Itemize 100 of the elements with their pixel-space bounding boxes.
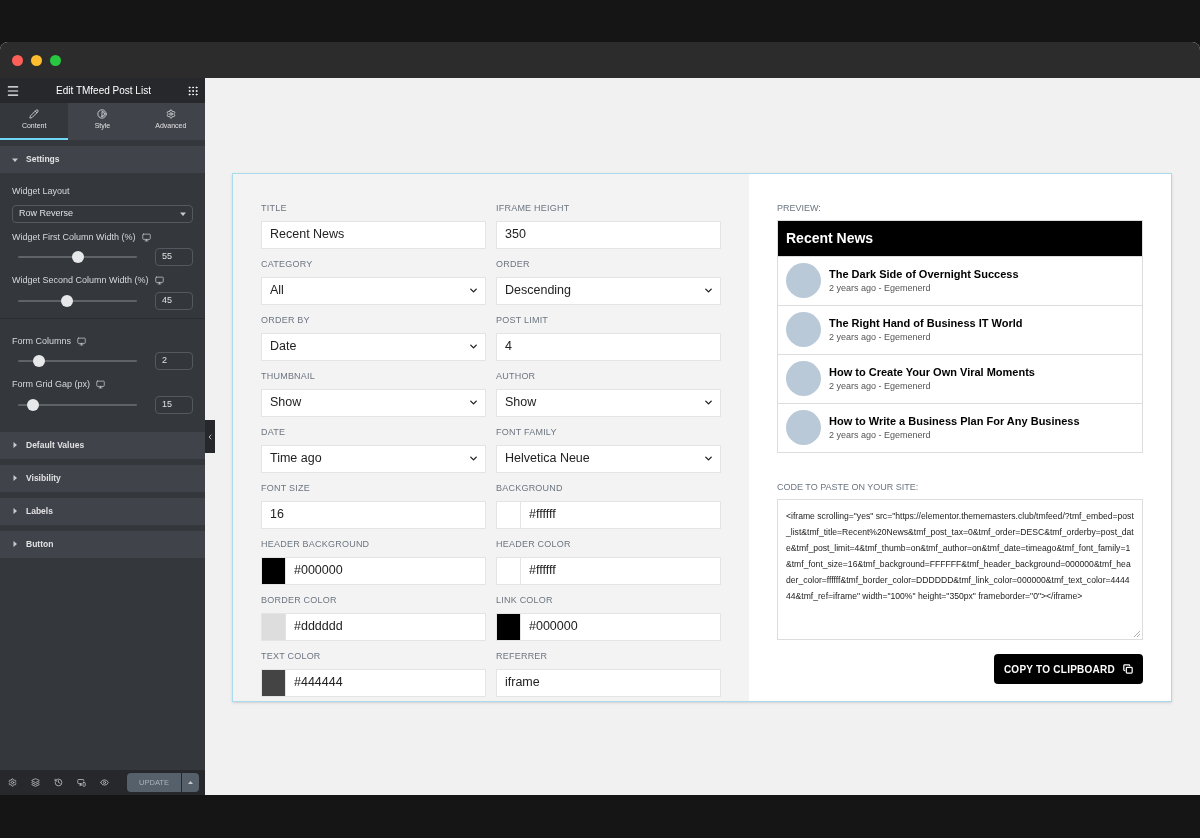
post-title-link[interactable]: How to Create Your Own Viral Moments: [829, 363, 1035, 380]
photo-placeholder: [786, 312, 821, 347]
preview-icon[interactable]: [100, 778, 109, 787]
input-field[interactable]: Recent News: [261, 220, 486, 249]
color-field[interactable]: #000000: [496, 612, 721, 641]
field-label: DATE: [261, 426, 287, 439]
layers-icon[interactable]: [31, 778, 40, 787]
copy-button[interactable]: COPY TO CLIPBOARD: [993, 654, 1143, 684]
minimize-window-button[interactable]: [31, 54, 42, 66]
post-title-link[interactable]: How to Write a Business Plan For Any Business: [829, 412, 1080, 429]
chevron-left-icon: [206, 432, 214, 441]
copy-icon: [1123, 664, 1133, 674]
photo-placeholder: [786, 410, 821, 445]
field-label: THUMBNAIL: [261, 370, 317, 383]
post-meta: 2 years ago - Egemenerd: [829, 429, 932, 442]
panel-header: Edit TMfeed Post List: [0, 78, 205, 103]
field-label: TEXT COLOR: [261, 650, 322, 663]
code-label: CODE TO PASTE ON YOUR SITE:: [777, 480, 920, 494]
field-label: FONT FAMILY: [496, 426, 558, 439]
section-header[interactable]: Labels: [0, 497, 205, 525]
post-title-link[interactable]: The Right Hand of Business IT World: [829, 314, 1023, 331]
color-swatch[interactable]: [497, 613, 521, 640]
post-meta: 2 years ago - Egemenerd: [829, 282, 932, 295]
input-field[interactable]: 350: [496, 220, 721, 249]
slider-thumb[interactable]: [27, 398, 40, 411]
color-field[interactable]: #444444: [261, 668, 486, 697]
history-icon[interactable]: [54, 778, 63, 787]
layout-select[interactable]: Row Reverse: [12, 204, 193, 223]
number-field[interactable]: 15: [155, 395, 193, 414]
field-label: BORDER COLOR: [261, 594, 338, 607]
desktop-icon: [141, 232, 151, 242]
section-header[interactable]: Button: [0, 530, 205, 558]
field-label: FONT SIZE: [261, 482, 311, 495]
chevron-down-icon: [468, 341, 479, 352]
select-field[interactable]: All: [261, 276, 486, 305]
field-label: CATEGORY: [261, 258, 314, 271]
contrast-icon: [97, 109, 108, 120]
gear-icon: [165, 109, 176, 120]
input-field[interactable]: 16: [261, 500, 486, 529]
code-textarea[interactable]: <iframe scrolling="yes" src="https://elementor.thememasters.club/tmfeed/?tmf_embed=post_list&tmf_title=Recent%20News&tmf_post_tax=0&tmf_order=DESC&tmf_orderby=post_date&tmf_post_limit=4&tmf_thumb=on&tmf_author=on&tmf_date=timeago&tmf_font_family=1&tmf_font_size=16&tmf_background=FFFFFF&tmf_header_background=000000&tmf_header_color=ffffff&tmf_border_color=DDDDDD&tmf_link_color=000000&tmf_text_color=444444&tmf_ref=iframe" width="100%" height="350px" frameborder="0"></iframe>: [777, 499, 1143, 640]
post-title-link[interactable]: The Dark Side of Overnight Success: [829, 265, 1019, 282]
section-header[interactable]: Visibility: [0, 464, 205, 492]
number-field[interactable]: 2: [155, 352, 193, 370]
color-swatch[interactable]: [262, 557, 286, 584]
number-field[interactable]: 55: [155, 248, 193, 266]
color-field[interactable]: #000000: [261, 556, 486, 585]
field-label: REFERRER: [496, 650, 549, 663]
chevron-down-icon: [703, 453, 714, 464]
field-label: ORDER BY: [261, 314, 311, 327]
control-label: Widget Second Column Width (%): [12, 274, 149, 287]
slider-thumb[interactable]: [71, 251, 84, 263]
color-swatch[interactable]: [262, 669, 286, 696]
desktop-icon: [77, 336, 86, 346]
control-label: Form Columns: [12, 334, 71, 348]
field-label: HEADER BACKGROUND: [261, 538, 371, 551]
slider-thumb[interactable]: [33, 355, 46, 367]
select-field[interactable]: Date: [261, 332, 486, 361]
section-header[interactable]: Default Values: [0, 431, 205, 459]
post-meta: 2 years ago - Egemenerd: [829, 331, 932, 344]
collapse-panel-handle[interactable]: [205, 420, 215, 453]
select-field[interactable]: Descending: [496, 276, 721, 305]
responsive-icon[interactable]: [77, 778, 86, 787]
post-meta: 2 years ago - Egemenerd: [829, 380, 932, 393]
desktop-icon: [154, 276, 164, 286]
desktop-icon: [96, 380, 105, 390]
menu-icon[interactable]: [6, 83, 20, 98]
color-field[interactable]: #ffffff: [496, 500, 721, 529]
resize-handle-icon[interactable]: [1134, 631, 1140, 637]
photo-placeholder: [786, 361, 821, 396]
color-field[interactable]: #dddddd: [261, 612, 486, 641]
select-field[interactable]: Show: [261, 388, 486, 417]
select-field[interactable]: Time ago: [261, 444, 486, 473]
widget-header: Recent News: [778, 220, 1142, 256]
input-field[interactable]: iframe: [496, 668, 721, 697]
chevron-down-icon: [468, 397, 479, 408]
update-options-button[interactable]: [182, 773, 199, 792]
control-label: Widget First Column Width (%): [12, 230, 136, 244]
field-label: TITLE: [261, 202, 288, 215]
color-field[interactable]: #ffffff: [496, 556, 721, 585]
zoom-window-button[interactable]: [50, 54, 61, 66]
section-header[interactable]: Settings: [0, 146, 205, 173]
select-field[interactable]: Show: [496, 388, 721, 417]
field-label: HEADER COLOR: [496, 538, 572, 551]
select-field[interactable]: Helvetica Neue: [496, 444, 721, 473]
chevron-down-icon: [468, 453, 479, 464]
field-label: ORDER: [496, 258, 531, 271]
photo-placeholder: [786, 263, 821, 298]
field-label: LINK COLOR: [496, 594, 554, 607]
slider-thumb[interactable]: [60, 294, 73, 307]
chevron-down-icon: [468, 285, 479, 296]
field-label: IFRAME HEIGHT: [496, 202, 571, 215]
color-swatch[interactable]: [262, 613, 286, 640]
input-field[interactable]: 4: [496, 332, 721, 361]
field-label: POST LIMIT: [496, 314, 550, 327]
close-window-button[interactable]: [12, 54, 23, 66]
caret-up-icon: [188, 781, 193, 784]
caret-icon: [180, 210, 186, 217]
apps-grid-icon[interactable]: [187, 84, 199, 97]
number-field[interactable]: 45: [155, 291, 193, 310]
settings-icon[interactable]: [8, 778, 17, 787]
